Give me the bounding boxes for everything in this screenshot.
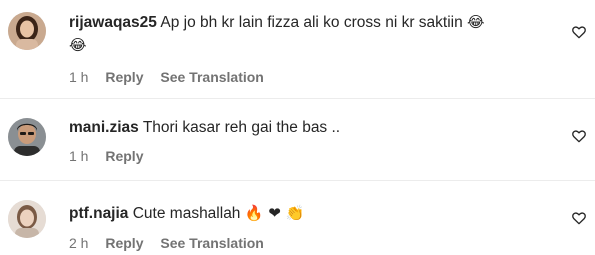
see-translation-button[interactable]: See Translation: [160, 69, 263, 85]
comment-body: ptf.najia Cute mashallah 🔥 ❤ 👏: [69, 202, 555, 225]
comment-username[interactable]: ptf.najia: [69, 205, 128, 222]
comment-time: 2 h: [69, 235, 89, 251]
see-translation-button[interactable]: See Translation: [160, 235, 263, 251]
heart-outline-icon[interactable]: [571, 210, 587, 226]
avatar[interactable]: [8, 200, 46, 238]
comment-body: mani.zias Thori kasar reh gai the bas ..: [69, 117, 555, 139]
comment-meta: 1 h Reply: [69, 148, 555, 164]
comment-time: 1 h: [69, 69, 89, 85]
comment-text: Ap jo bh kr lain fizza ali ko cross ni k…: [160, 14, 463, 31]
emoji-reactions: 🔥 ❤ 👏: [244, 204, 305, 222]
comment-username[interactable]: mani.zias: [69, 119, 139, 136]
divider: [0, 180, 595, 181]
comment-body: rijawaqas25 Ap jo bh kr lain fizza ali k…: [69, 11, 555, 34]
comment-time: 1 h: [69, 148, 89, 164]
avatar[interactable]: [8, 118, 46, 156]
reply-button[interactable]: Reply: [105, 69, 143, 85]
avatar[interactable]: [8, 12, 46, 50]
comment-text: Thori kasar reh gai the bas ..: [142, 119, 341, 136]
laughing-emoji: 😂: [467, 13, 485, 31]
heart-outline-icon[interactable]: [571, 24, 587, 40]
laughing-emoji: 😂: [69, 36, 87, 54]
comment-text: Cute mashallah: [132, 205, 241, 222]
heart-outline-icon[interactable]: [571, 128, 587, 144]
comment-meta: 1 h Reply See Translation: [69, 69, 555, 85]
reply-button[interactable]: Reply: [105, 148, 143, 164]
comment-username[interactable]: rijawaqas25: [69, 14, 157, 31]
comment-meta: 2 h Reply See Translation: [69, 235, 555, 251]
reply-button[interactable]: Reply: [105, 235, 143, 251]
divider: [0, 98, 595, 99]
